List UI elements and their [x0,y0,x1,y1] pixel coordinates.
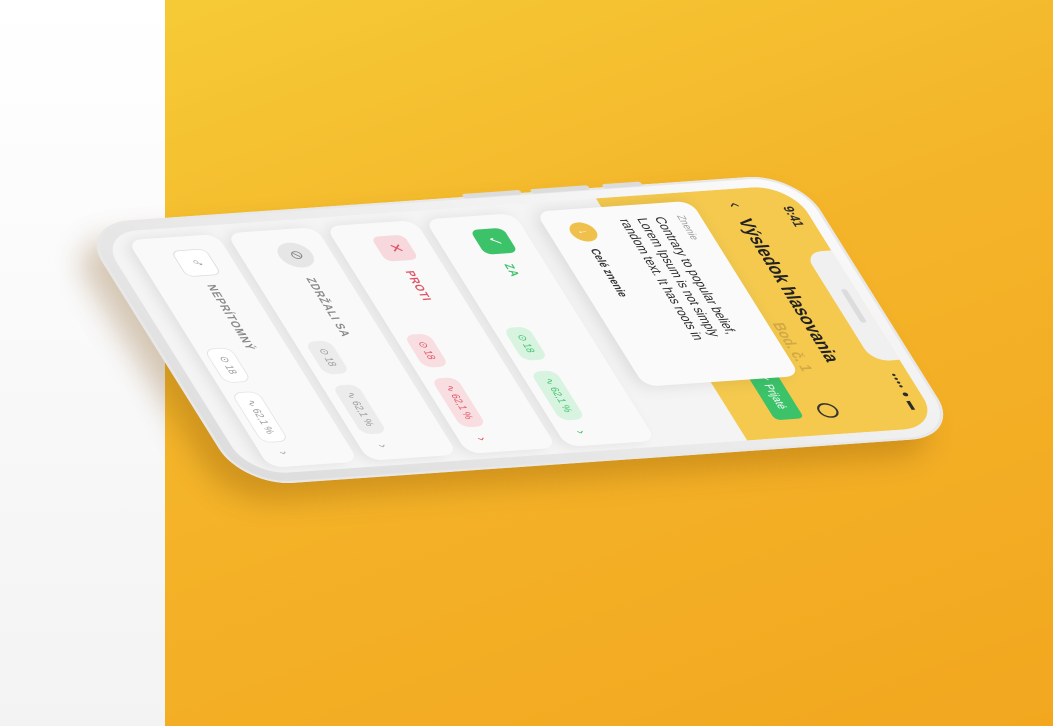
vote-label: ZA [501,263,524,278]
phone-frame: 9:41 •••• ● ▬ ‹ Výsledok hlasovania Bod.… [78,173,962,487]
chevron-right-icon[interactable]: › [276,451,294,455]
back-icon[interactable]: ‹ [722,202,747,208]
chevron-right-icon[interactable]: › [573,430,591,434]
person-icon: ♂ [170,248,222,278]
left-panel [0,0,165,726]
chevron-right-icon[interactable]: › [375,444,393,448]
vote-label: ZDRŽALI SA [303,277,354,338]
volume-button [461,189,523,199]
logout-icon[interactable] [813,402,843,419]
percent-pill: ∿ 62,1 % [230,390,290,443]
status-icons: •••• ● ▬ [886,372,923,411]
full-text-link[interactable]: Celé znenie [587,248,631,297]
volume-button [529,185,591,194]
vote-label: NEPRÍTOMNÝ [203,284,259,351]
chevron-right-icon[interactable]: › [474,437,492,441]
close-icon: ✕ [370,234,420,262]
vote-label: PROTI [402,270,435,302]
check-icon: ✓ [469,227,519,255]
phone-mockup: 9:41 •••• ● ▬ ‹ Výsledok hlasovania Bod.… [78,173,962,487]
abstain-icon: ⊘ [271,241,320,269]
speaker [840,288,868,323]
status-time: 9:41 [779,205,809,228]
volume-button [601,181,643,189]
count-pill: ⊙ 18 [403,333,450,368]
count-pill: ⊙ 18 [203,347,252,384]
count-pill: ⊙ 18 [304,340,350,375]
arrow-down-icon[interactable]: ↓ [564,221,603,243]
percent-pill: ∿ 62,1 % [331,384,388,435]
screen: 9:41 •••• ● ▬ ‹ Výsledok hlasovania Bod.… [98,184,942,476]
percent-pill: ∿ 62,1 % [529,370,586,421]
percent-pill: ∿ 62,1 % [430,377,487,428]
count-pill: ⊙ 18 [502,326,549,361]
